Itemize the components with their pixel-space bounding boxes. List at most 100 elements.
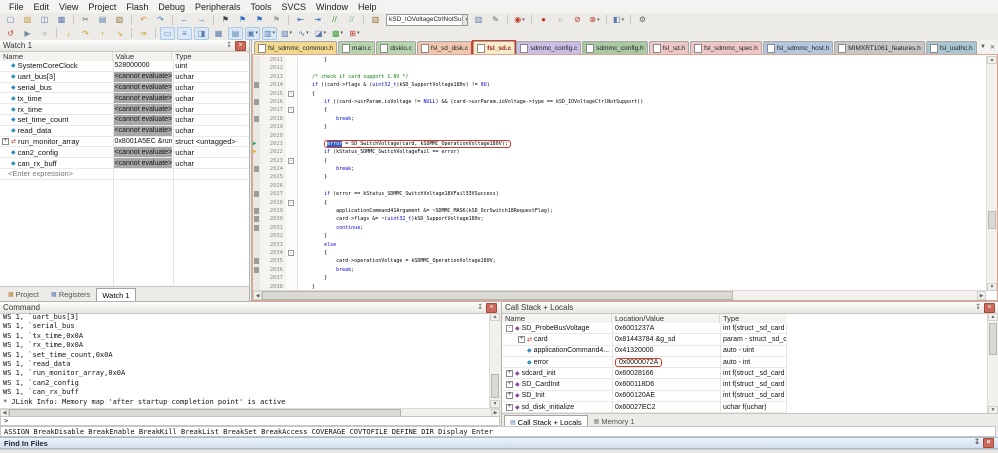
code-line-2019[interactable]: 2019 } — [253, 123, 986, 132]
breakpoint-margin[interactable] — [253, 265, 260, 275]
save-icon[interactable]: ◫ — [37, 13, 52, 26]
code-line-2031[interactable]: 2031 continue; — [253, 223, 986, 233]
fold-collapse-icon[interactable]: - — [288, 107, 294, 114]
breakpoint-margin[interactable] — [253, 257, 260, 266]
stop-icon[interactable]: ■ — [37, 27, 52, 40]
run-to-cursor-icon[interactable]: ↘ — [112, 27, 127, 40]
fold-collapse-icon[interactable]: - — [288, 90, 294, 97]
scrollbar-thumb[interactable] — [262, 291, 734, 300]
breakpoint-margin[interactable] — [253, 240, 260, 249]
reset-cpu-icon[interactable]: ↺ — [3, 27, 18, 40]
menu-item-window[interactable]: Window — [311, 2, 353, 12]
code-line-2026[interactable]: 2026 — [253, 181, 986, 191]
new-file-icon[interactable]: ▢ — [3, 13, 18, 26]
code-line-2017[interactable]: 2017- { — [253, 106, 986, 115]
editor-tab-fsl-usdhc-h[interactable]: fsl_usdhc.h — [925, 41, 977, 54]
expand-icon[interactable]: + — [506, 369, 513, 377]
navigate-back-icon[interactable]: ← — [177, 13, 192, 26]
editor-tab-diskio-c[interactable]: diskio.c — [376, 41, 416, 54]
code-line-2025[interactable]: 2025 } — [253, 173, 986, 182]
chevron-down-icon[interactable]: ▾ — [622, 17, 625, 23]
step-into-icon[interactable]: ↓ — [61, 27, 76, 40]
close-icon[interactable]: × — [983, 438, 994, 448]
watch-value-cell[interactable]: <cannot evaluate> — [112, 104, 173, 114]
pin-icon[interactable]: ↧ — [226, 42, 232, 50]
scroll-right-icon[interactable]: ▶ — [977, 291, 986, 300]
chevron-down-icon[interactable]: ▾ — [357, 30, 360, 36]
code-line-2011[interactable]: 2011 } — [253, 56, 986, 65]
scrollbar-thumb[interactable] — [491, 374, 499, 398]
chevron-down-icon[interactable]: ▾ — [306, 30, 309, 36]
close-icon[interactable]: × — [984, 302, 995, 313]
chevron-down-icon[interactable]: ▾ — [273, 30, 276, 36]
breakpoint-margin[interactable] — [253, 165, 260, 174]
find-in-files-icon[interactable]: ▥ — [368, 13, 383, 26]
scroll-up-icon[interactable]: ▲ — [988, 313, 998, 321]
paste-icon[interactable]: ▧ — [112, 13, 127, 26]
menu-item-file[interactable]: File — [4, 2, 29, 12]
watch-row[interactable]: ◆ can2_config <cannot evaluate> uchar — [0, 147, 249, 159]
menu-item-help[interactable]: Help — [353, 2, 382, 12]
code-line-2013[interactable]: 2013 /* check if card support 1.8V */ — [253, 72, 986, 82]
watch-row[interactable]: ◆ SystemCoreClock 528000000 uint — [0, 61, 249, 72]
command-input[interactable]: > — [0, 416, 500, 426]
code-line-2028[interactable]: 2028- { — [253, 198, 986, 208]
watch-row[interactable]: ◆ tx_time <cannot evaluate> uchar — [0, 93, 249, 105]
menu-item-project[interactable]: Project — [83, 2, 121, 12]
breakpoint-margin[interactable] — [253, 89, 260, 98]
incremental-find-icon[interactable]: ✎ — [488, 13, 503, 26]
pin-icon[interactable]: ↧ — [477, 304, 483, 312]
callstack-row-applicationcommand4-[interactable]: ◆ applicationCommand4... 0x41320000 auto - … — [502, 346, 786, 357]
editor-tab-fsl-sdmmc-spec-h[interactable]: fsl_sdmmc_spec.h — [690, 41, 762, 54]
code-line-2036[interactable]: 2036 break; — [253, 265, 986, 275]
menu-item-view[interactable]: View — [54, 2, 83, 12]
pin-icon[interactable]: ↧ — [975, 304, 981, 312]
editor-tab-fsl-sd-disk-c[interactable]: fsl_sd_disk.c — [416, 41, 473, 54]
watch-row[interactable]: ◆ read_data <cannot evaluate> uchar — [0, 125, 249, 137]
expand-icon[interactable]: + — [506, 403, 513, 411]
fold-collapse-icon[interactable]: - — [288, 199, 294, 206]
next-bookmark-icon[interactable]: ⚑ — [252, 13, 267, 26]
breakpoint-margin[interactable] — [253, 72, 260, 82]
command-output[interactable]: WS 1, `uart_bus[3] WS 1, `serial_bus WS 1,… — [0, 313, 500, 408]
expand-icon[interactable]: + — [506, 392, 513, 400]
chevron-down-icon[interactable]: ▾ — [597, 17, 600, 23]
window-layout-icon[interactable]: ◧ ▾ — [611, 13, 626, 26]
code-line-2022[interactable]: ▶ 2022 if (kStatus_SDMMC_SwitchVoltageFai… — [253, 148, 986, 157]
callstack-row-sd-disk-initialize[interactable]: + ◆ sd_disk_initialize 0x60027EC2 uchar f(uc… — [502, 402, 786, 414]
callstack-row-sd-init[interactable]: + ◆ SD_Init 0x600120AE int f(struct _sd_card… — [502, 391, 786, 403]
chevron-down-icon[interactable]: ▾ — [256, 30, 259, 36]
breakpoint-margin[interactable] — [253, 198, 260, 208]
dock-tab-project[interactable]: ▦ Project — [2, 287, 45, 301]
clear-bookmarks-icon[interactable]: ⚑ — [269, 13, 284, 26]
comment-selection-icon[interactable]: // — [327, 13, 342, 26]
watch-row[interactable]: +⇄run_monitor_array0x8001A5EC &run_mo...… — [0, 137, 249, 148]
code-line-2024[interactable]: 2024 break; — [253, 165, 986, 174]
command-window-icon[interactable]: ▭ — [160, 26, 175, 40]
indent-right-icon[interactable]: ⇥ — [310, 13, 325, 26]
editor-tab-sdmmc-config-c[interactable]: sdmmc_config.c — [516, 41, 582, 54]
symbol-window-icon[interactable]: ◨ — [194, 26, 209, 40]
callstack-row-error[interactable]: ◆ error 0x0000072A auto - int — [502, 357, 786, 369]
watch-value-cell[interactable]: <cannot evaluate> — [112, 114, 173, 125]
watch-value-cell[interactable]: <cannot evaluate> — [112, 82, 173, 93]
chevron-down-icon[interactable]: ▾ — [341, 30, 344, 36]
watch-window-icon[interactable]: ▣ ▾ — [245, 26, 260, 40]
callstack-vertical-scrollbar[interactable]: ▲ ▼ — [987, 313, 998, 414]
editor-horizontal-scrollbar[interactable]: ◀ ▶ — [253, 290, 986, 300]
editor-tab-mimxrt1061-features-h[interactable]: MIMXRT1061_features.h — [834, 41, 925, 54]
code-line-2037[interactable]: 2037 } — [253, 274, 986, 283]
undo-icon[interactable]: ↶ — [136, 13, 151, 26]
scroll-left-icon[interactable]: ◀ — [253, 291, 262, 300]
menu-item-edit[interactable]: Edit — [29, 2, 55, 12]
enable-disable-breakpoint-icon[interactable]: ○ — [553, 13, 568, 26]
editor-tab-fsl-sd-h[interactable]: fsl_sd.h — [648, 41, 690, 54]
fold-collapse-icon[interactable]: - — [288, 249, 294, 256]
serial-window-icon[interactable]: ▧ ▾ — [279, 27, 294, 40]
watch-value-cell[interactable]: <cannot evaluate> — [112, 147, 173, 158]
dock-tab-registers[interactable]: ▦ Registers — [45, 287, 96, 301]
callstack-row-sd-probebusvoltage[interactable]: - ◆ SD_ProbeBusVoltage 0x6001237A int f(stru… — [502, 323, 786, 335]
editor-tab-fsl-sd-c[interactable]: fsl_sd.c — [473, 41, 516, 54]
expand-icon[interactable]: - — [506, 324, 513, 332]
code-line-2030[interactable]: 2030 card->flags &= ~(uint32_t)kSD_Suppo… — [253, 215, 986, 224]
